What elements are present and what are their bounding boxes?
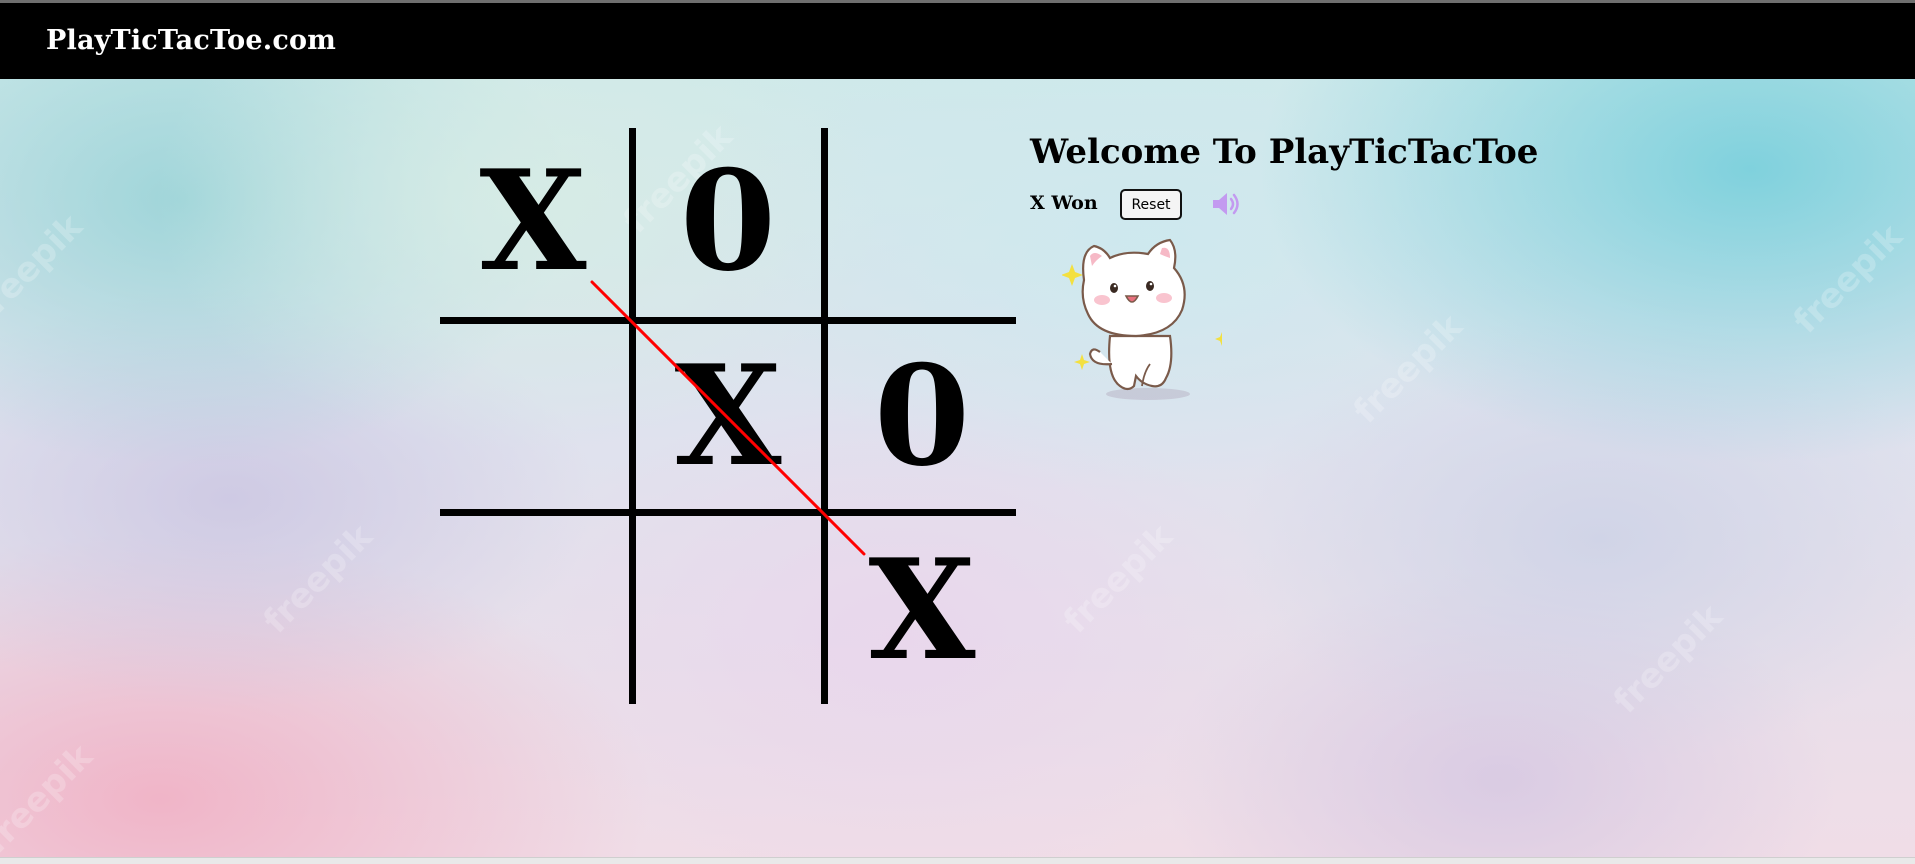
cat-mascot-image <box>1061 236 1229 402</box>
board-cell-4[interactable] <box>440 323 626 509</box>
game-status-text: X Won <box>1030 192 1098 214</box>
board-cell-5[interactable]: X <box>635 323 821 509</box>
board-cell-3[interactable] <box>829 128 1015 314</box>
watermark: freepik <box>1345 306 1471 432</box>
board-cell-8[interactable] <box>635 517 821 703</box>
reset-button[interactable]: Reset <box>1120 189 1182 220</box>
board-cell-9[interactable]: X <box>829 517 1015 703</box>
board-cell-7[interactable] <box>440 517 626 703</box>
grid-line-vertical-2 <box>821 128 828 704</box>
speaker-volume-icon[interactable] <box>1210 190 1242 218</box>
window-bottom-border <box>0 857 1915 864</box>
board-cell-6[interactable]: 0 <box>829 323 1015 509</box>
watermark: freepik <box>0 736 101 857</box>
grid-line-horizontal-2 <box>440 509 1016 516</box>
board-cell-1[interactable]: X <box>440 128 626 314</box>
watermark: freepik <box>0 206 91 332</box>
watermark: freepik <box>1785 216 1911 342</box>
watermark: freepik <box>1055 516 1181 642</box>
watermark: freepik <box>255 516 381 642</box>
tic-tac-toe-board: X 0 X 0 X <box>440 128 1016 704</box>
site-brand[interactable]: PlayTicTacToe.com <box>46 25 336 56</box>
welcome-heading: Welcome To PlayTicTacToe <box>1030 132 1539 172</box>
board-cell-2[interactable]: 0 <box>635 128 821 314</box>
navbar: PlayTicTacToe.com <box>0 3 1915 79</box>
watermark: freepik <box>1605 596 1731 722</box>
